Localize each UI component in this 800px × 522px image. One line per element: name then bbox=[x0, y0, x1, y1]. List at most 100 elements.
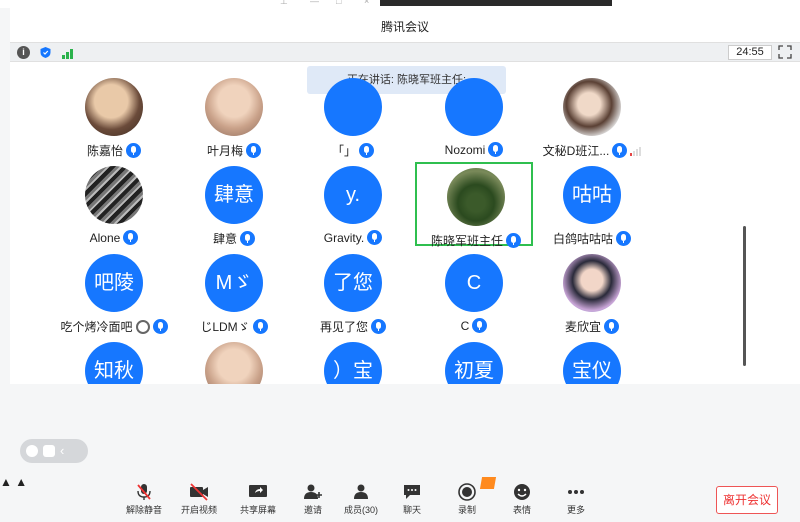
more-label: 更多 bbox=[566, 505, 585, 515]
chat-button[interactable]: 聊天 bbox=[385, 483, 439, 516]
keyboard-icon[interactable] bbox=[43, 445, 55, 457]
microphone-icon bbox=[616, 231, 631, 246]
microphone-icon bbox=[612, 143, 628, 158]
participant-name: 再见了您 bbox=[319, 320, 368, 334]
background-window bbox=[380, 0, 612, 6]
participant-tile[interactable]: 初夏 bbox=[415, 338, 533, 384]
participant-tile[interactable]: 吧陵 吃个烤冷面吧 bbox=[55, 250, 173, 334]
invite-button[interactable]: 邀请 bbox=[286, 483, 340, 516]
participant-name-row: 吃个烤冷面吧 bbox=[55, 318, 173, 335]
participant-name: Gravity. bbox=[323, 230, 365, 245]
participant-avatar: y. bbox=[324, 166, 382, 224]
meeting-timer: 24:55 bbox=[728, 45, 772, 60]
participant-avatar: 了您 bbox=[324, 254, 382, 312]
participant-tile[interactable]: Nozomi bbox=[415, 74, 533, 158]
participant-name-row: 文秘D班江... bbox=[533, 142, 651, 159]
fullscreen-icon[interactable] bbox=[778, 45, 792, 59]
participant-tile[interactable]: Alone bbox=[55, 162, 173, 246]
start-video-label: 开启视频 bbox=[180, 505, 217, 515]
record-icon bbox=[457, 483, 477, 501]
app-title: 腾讯会议 bbox=[380, 20, 429, 34]
participant-avatar bbox=[205, 78, 263, 136]
participant-tile[interactable]: 麦欣宜 bbox=[533, 250, 651, 334]
unmute-button[interactable]: 解除静音 bbox=[117, 483, 171, 516]
participant-name-row: 陈嘉怡 bbox=[55, 142, 173, 159]
participant-name-row: 肆意 bbox=[175, 230, 293, 247]
chat-label: 聊天 bbox=[402, 505, 421, 515]
participant-avatar: 肆意 bbox=[205, 166, 263, 224]
microphone-icon bbox=[604, 319, 619, 334]
maximize-icon[interactable]: □ bbox=[336, 0, 341, 6]
participant-avatar bbox=[85, 78, 143, 136]
participant-tile[interactable] bbox=[175, 338, 293, 384]
emoji-icon[interactable] bbox=[26, 445, 38, 457]
share-screen-icon bbox=[248, 483, 268, 501]
participant-name: 肆意 bbox=[212, 232, 237, 246]
members-icon bbox=[351, 483, 371, 501]
participant-tile[interactable]: 叶月梅 bbox=[175, 74, 293, 158]
more-button[interactable]: 更多 bbox=[549, 483, 603, 516]
participant-tile[interactable]: 宝仪 bbox=[533, 338, 651, 384]
share-screen-button[interactable]: 共享屏幕 bbox=[231, 483, 285, 516]
microphone-icon bbox=[152, 319, 168, 334]
participant-tile[interactable]: 陈晓军班主任 bbox=[415, 162, 535, 249]
signal-icon[interactable] bbox=[62, 46, 75, 59]
members-label: 成员(30) bbox=[343, 505, 378, 515]
participant-name: じLDMゞ bbox=[200, 320, 250, 334]
reactions-button[interactable]: 表情 bbox=[495, 483, 549, 516]
participant-avatar: 初夏 bbox=[445, 342, 503, 384]
participant-tile[interactable]: Mゞ じLDMゞ bbox=[175, 250, 293, 334]
participant-tile[interactable]: 陈嘉怡 bbox=[55, 74, 173, 158]
invite-label: 邀请 bbox=[303, 505, 322, 515]
participant-tile[interactable]: y. Gravity. bbox=[294, 162, 412, 246]
participant-tile[interactable]: 了您再见了您 bbox=[294, 250, 412, 334]
audio-options-caret[interactable]: ▲ bbox=[0, 475, 12, 489]
participant-name: Alone bbox=[89, 230, 121, 245]
microphone-icon bbox=[367, 230, 383, 245]
participant-tile[interactable]: 知秋 bbox=[55, 338, 173, 384]
participant-tile[interactable]: 「」 bbox=[294, 74, 412, 158]
participant-tile[interactable]: 文秘D班江... bbox=[533, 74, 651, 158]
participant-avatar bbox=[447, 168, 505, 226]
participant-name-row: 陈晓军班主任 bbox=[417, 232, 535, 249]
participant-tile[interactable]: CC bbox=[415, 250, 533, 334]
video-options-caret[interactable]: ▲ bbox=[15, 475, 27, 489]
participant-tile[interactable]: 咕咕白鸽咕咕咕 bbox=[533, 162, 651, 246]
close-window-icon[interactable]: × bbox=[364, 0, 369, 6]
gallery-scrollbar[interactable] bbox=[743, 226, 746, 366]
floating-controls: ‹ bbox=[20, 439, 88, 463]
participant-name: 陈嘉怡 bbox=[86, 144, 123, 158]
more-dots-icon bbox=[566, 483, 586, 501]
info-icon[interactable]: i bbox=[17, 46, 30, 59]
participant-name-row: Gravity. bbox=[294, 230, 412, 245]
participant-name-row: Nozomi bbox=[415, 142, 533, 157]
participant-avatar: C bbox=[445, 254, 503, 312]
leave-meeting-button[interactable]: 离开会议 bbox=[716, 486, 778, 514]
participant-avatar bbox=[563, 78, 621, 136]
participant-name-row: 再见了您 bbox=[294, 318, 412, 335]
participant-tile[interactable]: 肆意 肆意 bbox=[175, 162, 293, 246]
meeting-toolbar: i 24:55 bbox=[10, 42, 800, 62]
title-bar: 腾讯会议 bbox=[10, 8, 800, 42]
shield-icon[interactable] bbox=[39, 46, 52, 59]
participant-avatar bbox=[445, 78, 503, 136]
participant-avatar: 宝仪 bbox=[563, 342, 621, 384]
participant-name: 白鸽咕咕咕 bbox=[552, 232, 613, 246]
reactions-label: 表情 bbox=[512, 505, 531, 515]
participant-name-row: Alone bbox=[55, 230, 173, 245]
top-strip: ⊥ — □ × bbox=[0, 0, 800, 8]
start-video-button[interactable]: 开启视频 bbox=[172, 483, 226, 516]
participant-avatar: 吧陵 bbox=[85, 254, 143, 312]
minimize-icon[interactable]: — bbox=[310, 0, 319, 6]
microphone-icon bbox=[252, 319, 268, 334]
participant-name: 叶月梅 bbox=[206, 144, 243, 158]
participant-avatar bbox=[85, 166, 143, 224]
camera-off-icon bbox=[189, 483, 209, 501]
pin-icon[interactable]: ⊥ bbox=[280, 0, 288, 7]
collapse-icon[interactable]: ‹ bbox=[60, 444, 64, 457]
share-screen-label: 共享屏幕 bbox=[239, 505, 276, 515]
members-button[interactable]: 成员(30) bbox=[334, 483, 388, 516]
participant-avatar: 咕咕 bbox=[563, 166, 621, 224]
participant-tile[interactable]: ）宝 bbox=[294, 338, 412, 384]
bottom-control-bar: 解除静音 ▲ 开启视频 ▲ 共享屏幕 邀请 成员(30) 聊天 录制 表情 更多… bbox=[0, 475, 800, 522]
